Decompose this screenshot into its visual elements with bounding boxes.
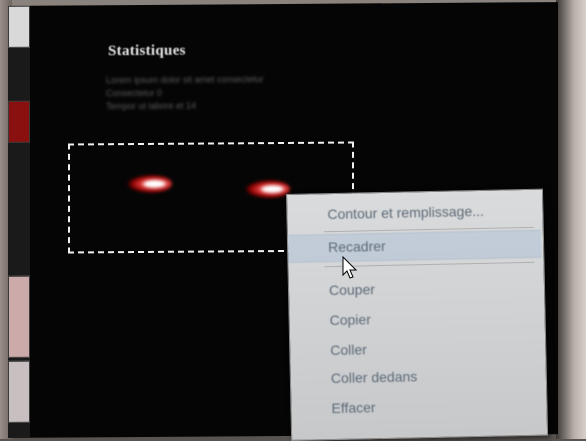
menu-item-coller[interactable]: Coller [330,341,367,358]
thumbnail[interactable] [8,360,30,423]
menu-item-contour-remplissage[interactable]: Contour et remplissage... [327,203,484,222]
menu-item-label: Recadrer [327,237,386,256]
pointer-cursor-icon [342,256,358,279]
statistics-title: Statistiques [108,42,186,60]
thumbnail[interactable] [8,5,30,48]
menu-item-copier[interactable]: Copier [329,311,371,328]
menu-item-couper[interactable]: Couper [329,281,375,298]
menu-item-effacer[interactable]: Effacer [331,399,375,416]
stat-line: Consectetur 0 [106,87,163,99]
thumbnail-strip [8,5,30,438]
stat-line: Lorem ipsum dolor sit amet consectetur [106,74,264,86]
thumbnail[interactable] [8,100,30,143]
stat-line: Tempor ut labore et 14 [106,100,197,112]
context-menu: Contour et remplissage... Recadrer Coupe… [286,188,549,441]
menu-item-recadrer[interactable]: Recadrer [287,229,542,263]
menu-item-coller-dedans[interactable]: Coller dedans [331,368,418,386]
monitor-bezel-right [556,0,586,439]
thumbnail[interactable] [8,275,30,358]
